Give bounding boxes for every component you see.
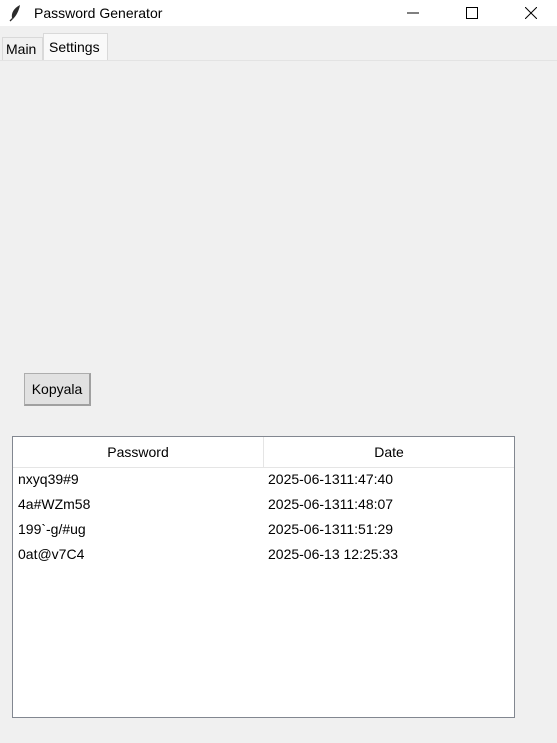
close-icon [525,7,537,19]
date-cell: 2025-06-1311:48:07 [268,496,394,512]
copy-button[interactable]: Kopyala [24,373,91,406]
feather-icon [8,4,24,22]
title-bar: Password Generator [0,0,557,26]
table-body: nxyq39#9 2025-06-1311:47:40 4a#WZm58 202… [13,468,514,568]
table-row[interactable]: nxyq39#9 2025-06-1311:47:40 [13,468,514,493]
date-cell: 2025-06-1311:51:29 [268,521,394,537]
table-row[interactable]: 0at@v7C4 2025-06-13 12:25:33 [13,543,514,568]
window-title: Password Generator [34,5,163,21]
date-cell: 2025-06-13 12:25:33 [268,546,398,562]
table-row[interactable]: 199`-g/#ug 2025-06-1311:51:29 [13,518,514,543]
table-row[interactable]: 4a#WZm58 2025-06-1311:48:07 [13,493,514,518]
password-cell: 4a#WZm58 [18,496,91,512]
password-cell: nxyq39#9 [18,471,79,487]
password-cell: 199`-g/#ug [18,521,86,537]
minimize-icon [407,12,419,14]
password-history-table[interactable]: Password Date nxyq39#9 2025-06-1311:47:4… [12,436,515,718]
password-cell: 0at@v7C4 [18,546,85,562]
tab-settings[interactable]: Settings [43,33,108,61]
maximize-button[interactable] [443,0,501,26]
column-header-date[interactable]: Date [264,437,514,467]
close-button[interactable] [502,0,557,26]
date-cell: 2025-06-1311:47:40 [268,471,394,487]
maximize-icon [466,7,478,19]
tab-panel-border [0,60,557,61]
column-header-password[interactable]: Password [13,437,264,467]
table-header: Password Date [13,437,514,468]
tab-main[interactable]: Main [2,37,43,60]
minimize-button[interactable] [384,0,442,26]
